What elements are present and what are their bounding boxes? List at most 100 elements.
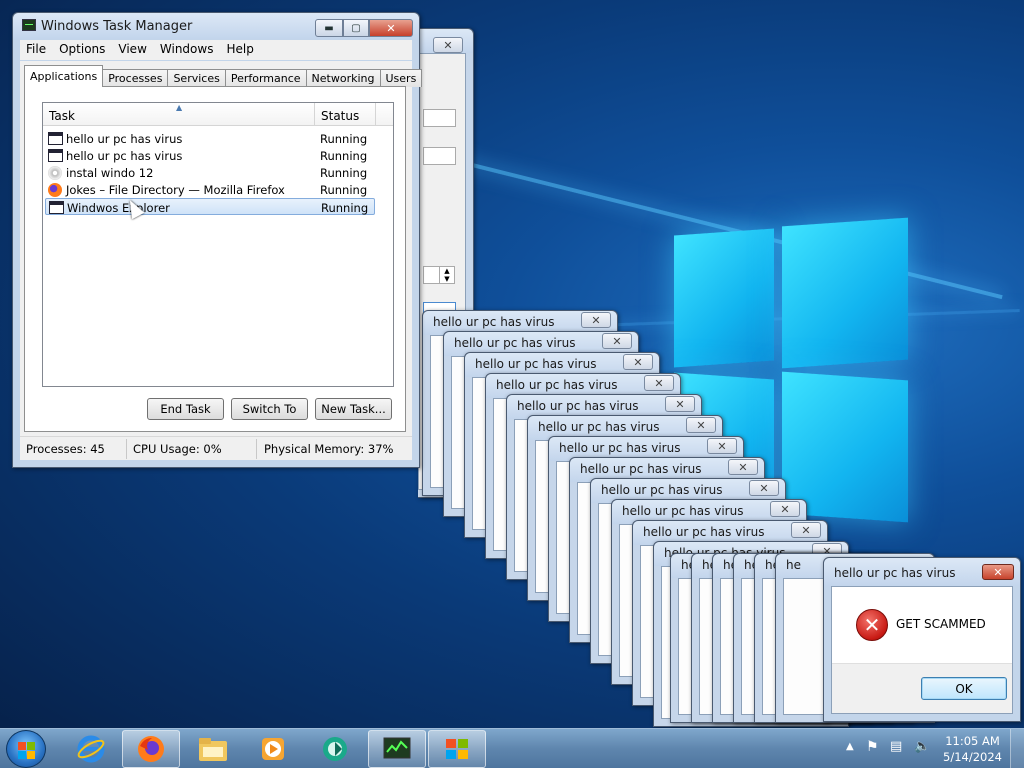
window-icon	[48, 149, 63, 162]
sort-arrow-icon: ▲	[176, 103, 183, 112]
windows-flag-icon[interactable]	[428, 730, 486, 768]
tab-performance[interactable]: Performance	[224, 69, 307, 87]
tab-processes[interactable]: Processes	[102, 69, 169, 87]
close-icon[interactable]: ✕	[644, 375, 674, 391]
popup-title: hello ur pc has virus	[559, 441, 681, 455]
table-row[interactable]: hello ur pc has virus Running	[45, 147, 375, 164]
menu-view[interactable]: View	[112, 40, 153, 60]
popup-title: hello ur pc has virus	[517, 399, 639, 413]
tab-applications[interactable]: Applications	[24, 65, 104, 87]
close-button[interactable]: ✕	[369, 19, 413, 37]
table-row[interactable]: Jokes – File Directory — Mozilla Firefox…	[45, 181, 375, 198]
tab-services[interactable]: Services	[167, 69, 226, 87]
minimize-button[interactable]: ▬	[315, 19, 343, 37]
scam-dialog[interactable]: hello ur pc has virus ✕ ✕ GET SCAMMED OK	[823, 557, 1021, 722]
clock-date: 5/14/2024	[943, 750, 1002, 764]
ok-button[interactable]: OK	[921, 677, 1007, 700]
firefox-icon	[48, 183, 62, 197]
task-status: Running	[320, 132, 368, 146]
media-player-icon[interactable]	[244, 730, 302, 768]
system-tray: ▲ ⚑ ▤ 🔈 11:05 AM 5/14/2024	[840, 729, 1024, 768]
close-icon[interactable]: ✕	[665, 396, 695, 412]
column-header-status[interactable]: Status	[321, 109, 359, 123]
popup-title: hello ur pc has virus	[580, 462, 702, 476]
popup-title: hello ur pc has virus	[496, 378, 618, 392]
popup-title: hello ur pc has virus	[538, 420, 660, 434]
text-field[interactable]	[423, 147, 456, 165]
close-icon[interactable]: ✕	[770, 501, 800, 517]
task-manager-icon	[22, 19, 36, 31]
error-icon: ✕	[856, 609, 888, 641]
popup-title: hello ur pc has virus	[433, 315, 555, 329]
close-icon[interactable]: ✕	[623, 354, 653, 370]
task-name: hello ur pc has virus	[66, 149, 183, 163]
app-icon[interactable]	[306, 730, 364, 768]
network-icon[interactable]: ▤	[890, 739, 902, 754]
close-button[interactable]: ✕	[982, 564, 1014, 580]
new-task-button[interactable]: New Task...	[315, 398, 392, 420]
menu-windows[interactable]: Windows	[154, 40, 221, 60]
table-row[interactable]: hello ur pc has virus Running	[45, 130, 375, 147]
physical-memory: Physical Memory: 37%	[264, 442, 394, 456]
clock[interactable]: 11:05 AM 5/14/2024	[943, 733, 1002, 765]
switch-to-button[interactable]: Switch To	[231, 398, 308, 420]
task-status: Running	[320, 166, 368, 180]
spin-button[interactable]: ▲ ▼	[439, 266, 455, 284]
tab-networking[interactable]: Networking	[305, 69, 381, 87]
process-count: Processes: 45	[26, 442, 105, 456]
close-icon[interactable]: ✕	[581, 312, 611, 328]
show-desktop-button[interactable]	[1010, 729, 1024, 768]
taskbar: ▲ ⚑ ▤ 🔈 11:05 AM 5/14/2024	[0, 728, 1024, 768]
dialog-title: hello ur pc has virus	[834, 566, 956, 580]
task-manager-icon[interactable]	[368, 730, 426, 768]
window-title: Windows Task Manager	[41, 19, 193, 34]
popup-title: hello ur pc has virus	[643, 525, 765, 539]
menu-file[interactable]: File	[20, 40, 53, 60]
firefox-icon[interactable]	[122, 730, 180, 768]
internet-explorer-icon[interactable]	[62, 730, 120, 768]
task-status: Running	[321, 201, 369, 215]
windows-logo-pane	[674, 228, 774, 368]
column-header-task[interactable]: Task	[49, 109, 75, 123]
action-center-flag-icon[interactable]: ⚑	[866, 739, 879, 755]
task-name: instal windo 12	[66, 166, 154, 180]
task-status: Running	[320, 183, 368, 197]
table-row[interactable]: instal windo 12 Running	[45, 164, 375, 181]
close-icon[interactable]: ✕	[707, 438, 737, 454]
title-bar[interactable]: Windows Task Manager ▬ ▢ ✕	[13, 13, 419, 39]
close-icon[interactable]: ✕	[433, 37, 463, 53]
close-icon[interactable]: ✕	[749, 480, 779, 496]
task-name: hello ur pc has virus	[66, 132, 183, 146]
task-manager-window[interactable]: Windows Task Manager ▬ ▢ ✕ File Options …	[12, 12, 423, 468]
tab-users[interactable]: Users	[379, 69, 423, 87]
status-bar: Processes: 45 CPU Usage: 0% Physical Mem…	[20, 436, 412, 460]
desktop: ✕ ▲▼ ıx hello ur pc has virus✕hello ur p…	[0, 0, 1024, 728]
end-task-button[interactable]: End Task	[147, 398, 224, 420]
task-list[interactable]: ▲ Task Status hello ur pc has virus Runni…	[42, 102, 394, 387]
menu-options[interactable]: Options	[53, 40, 112, 60]
task-name: Jokes – File Directory — Mozilla Firefox	[66, 183, 285, 197]
list-header: ▲ Task Status	[43, 103, 393, 126]
show-hidden-icons-icon[interactable]: ▲	[846, 741, 854, 752]
task-name: Windwos Explorer	[67, 201, 170, 215]
close-icon[interactable]: ✕	[791, 522, 821, 538]
menu-help[interactable]: Help	[220, 40, 260, 60]
applications-panel: ▲ Task Status hello ur pc has virus Runni…	[24, 86, 406, 432]
disc-icon	[48, 166, 62, 180]
tab-strip: Applications Processes Services Performa…	[24, 65, 423, 87]
start-button[interactable]	[6, 730, 46, 768]
file-explorer-icon[interactable]	[184, 730, 242, 768]
window-icon	[49, 201, 64, 214]
popup-title: hello ur pc has virus	[454, 336, 576, 350]
clock-time: 11:05 AM	[945, 734, 1000, 748]
table-row[interactable]: Windwos Explorer Running	[45, 198, 375, 215]
close-icon[interactable]: ✕	[602, 333, 632, 349]
close-icon[interactable]: ✕	[728, 459, 758, 475]
text-field[interactable]	[423, 109, 456, 127]
maximize-button[interactable]: ▢	[343, 19, 369, 37]
volume-muted-icon[interactable]: 🔈	[914, 739, 930, 754]
popup-title: hello ur pc has virus	[622, 504, 744, 518]
popup-title: hello ur pc has virus	[475, 357, 597, 371]
task-status: Running	[320, 149, 368, 163]
close-icon[interactable]: ✕	[686, 417, 716, 433]
